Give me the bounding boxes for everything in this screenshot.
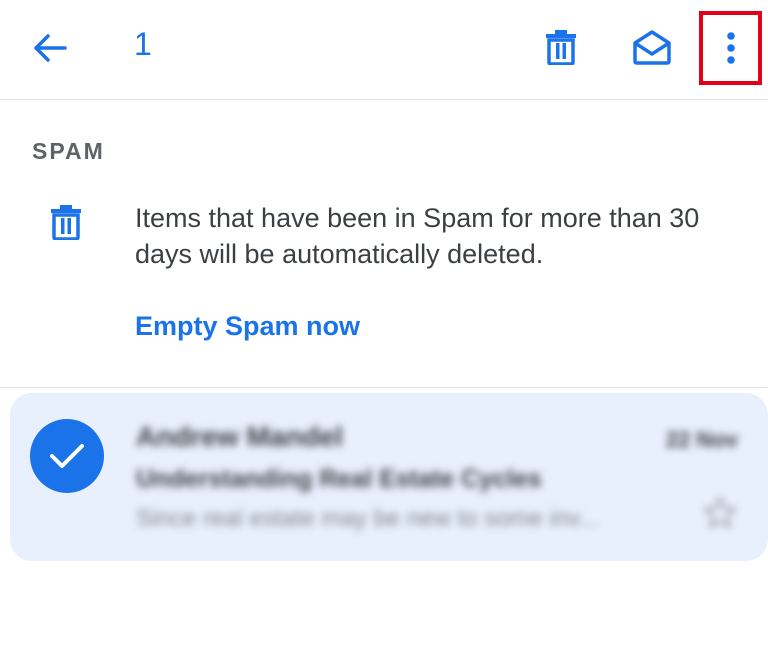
- section-label-spam: SPAM: [32, 138, 105, 164]
- spam-retention-message: Items that have been in Spam for more th…: [135, 203, 700, 269]
- message-sender: Andrew Mandel: [136, 421, 343, 452]
- message-date: 22 Nov: [665, 427, 738, 452]
- message-snippet: Since real estate may be new to some inv…: [136, 505, 599, 532]
- star-outline-icon: [703, 496, 737, 529]
- delete-button[interactable]: [536, 22, 586, 72]
- banner-trash-icon-wrap: [50, 204, 84, 244]
- trash-icon: [546, 30, 576, 65]
- selection-toolbar: 1: [0, 0, 768, 100]
- more-vert-icon: [726, 32, 735, 64]
- checkmark-icon: [50, 444, 84, 468]
- back-button[interactable]: [22, 24, 78, 72]
- selected-count: 1: [134, 26, 152, 62]
- mark-as-read-button[interactable]: [626, 22, 678, 72]
- arrow-back-icon: [34, 34, 67, 62]
- divider: [0, 387, 768, 388]
- empty-spam-now-link[interactable]: Empty Spam now: [135, 311, 360, 342]
- selected-checkmark-avatar[interactable]: [30, 419, 104, 493]
- envelope-open-icon: [633, 30, 671, 65]
- star-button[interactable]: [702, 495, 738, 531]
- gmail-spam-screen: 1 SPAM Items that have been in Spam for …: [0, 0, 768, 659]
- message-subject: Understanding Real Estate Cycles: [136, 465, 542, 493]
- trash-icon: [51, 205, 81, 241]
- message-row[interactable]: Andrew Mandel 22 Nov Understanding Real …: [10, 393, 768, 561]
- more-options-button[interactable]: [699, 11, 762, 85]
